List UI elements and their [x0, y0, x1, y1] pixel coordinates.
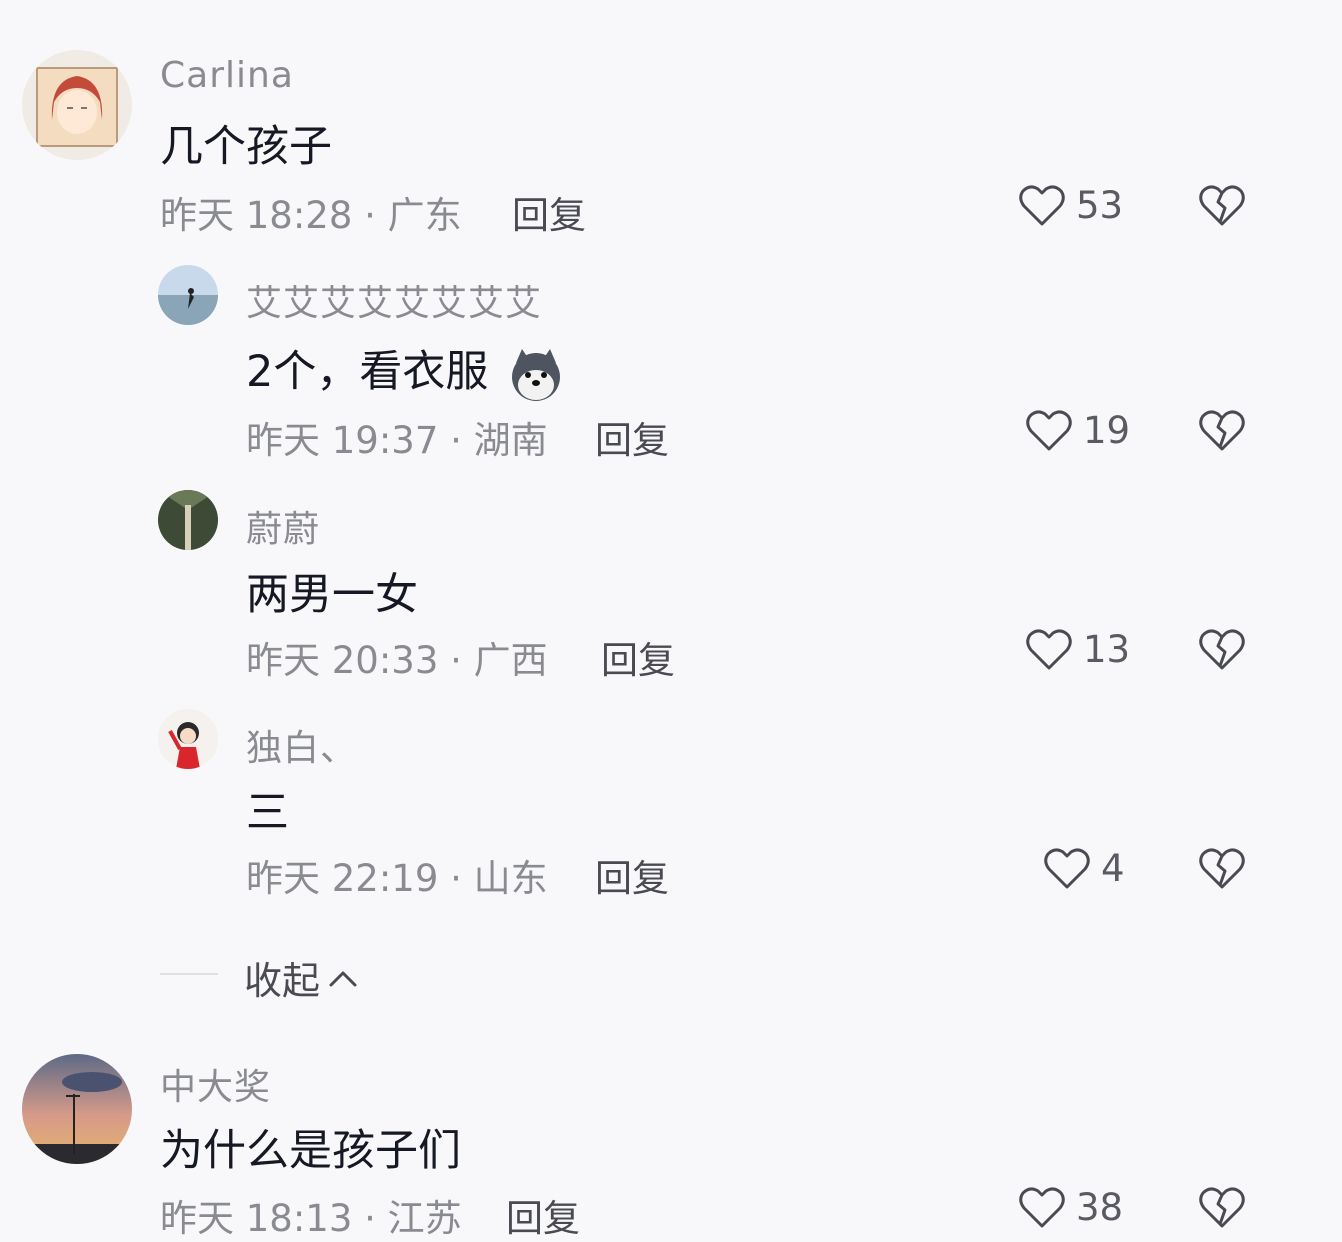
comment-meta: 昨天 19:37 · 湖南 — [246, 419, 548, 462]
broken-heart-icon — [1199, 629, 1245, 670]
like-button[interactable]: 13 — [1025, 626, 1130, 672]
like-count: 4 — [1101, 846, 1125, 890]
comment-meta: 昨天 20:33 · 广西 — [246, 639, 548, 682]
broken-heart-icon — [1199, 1187, 1245, 1228]
comment-text: 为什么是孩子们 — [160, 1126, 461, 1176]
seaside-photo-avatar-icon — [158, 265, 218, 325]
dislike-button[interactable] — [1198, 626, 1246, 676]
red-dress-girl-avatar-icon — [158, 709, 218, 769]
husky-dog-emoji-icon — [508, 347, 564, 403]
reply-button[interactable]: 回复 — [595, 848, 669, 902]
reply-button[interactable]: 回复 — [512, 185, 586, 239]
like-button[interactable]: 53 — [1018, 182, 1123, 228]
like-count: 38 — [1076, 1185, 1124, 1229]
avatar[interactable] — [158, 709, 218, 769]
cartoon-girl-avatar-icon — [36, 67, 118, 147]
chevron-up-icon — [329, 971, 357, 986]
heart-icon — [1044, 848, 1090, 889]
broken-heart-icon — [1199, 185, 1245, 226]
dislike-button[interactable] — [1198, 1184, 1246, 1234]
comment-text: 两男一女 — [246, 570, 418, 620]
comment-meta: 昨天 22:19 · 山东 — [246, 857, 548, 900]
comment-author[interactable]: 蔚蔚 — [246, 500, 320, 552]
avatar[interactable] — [22, 1054, 132, 1164]
dislike-button[interactable] — [1198, 407, 1246, 457]
avatar[interactable] — [158, 265, 218, 325]
comment-meta: 昨天 18:13 · 江苏 — [160, 1197, 462, 1240]
avatar[interactable] — [22, 50, 132, 160]
like-button[interactable]: 38 — [1018, 1184, 1123, 1230]
like-count: 53 — [1076, 183, 1124, 227]
broken-heart-icon — [1199, 410, 1245, 451]
reply-button[interactable]: 回复 — [506, 1188, 580, 1242]
comment-text: 三 — [246, 788, 289, 838]
like-count: 19 — [1083, 408, 1131, 452]
tree-photo-avatar-icon — [158, 490, 218, 550]
sunset-sky-avatar-icon — [22, 1054, 132, 1164]
heart-icon — [1019, 185, 1065, 226]
avatar[interactable] — [158, 490, 218, 550]
broken-heart-icon — [1199, 848, 1245, 889]
reply-button[interactable]: 回复 — [595, 410, 669, 464]
dislike-button[interactable] — [1198, 182, 1246, 232]
like-count: 13 — [1083, 627, 1131, 671]
comment-text: 2个，看衣服 — [246, 337, 564, 403]
heart-icon — [1026, 629, 1072, 670]
heart-icon — [1026, 410, 1072, 451]
heart-icon — [1019, 1187, 1065, 1228]
comment-author[interactable]: 艾艾艾艾艾艾艾艾 — [246, 274, 542, 326]
reply-button[interactable]: 回复 — [601, 630, 675, 684]
comment-author[interactable]: 中大奖 — [160, 1058, 271, 1110]
collapse-replies-button[interactable]: 收起 — [244, 950, 358, 1005]
like-button[interactable]: 4 — [1043, 845, 1125, 891]
collapse-divider — [160, 973, 218, 975]
like-button[interactable]: 19 — [1025, 407, 1130, 453]
dislike-button[interactable] — [1198, 845, 1246, 895]
comment-author[interactable]: Carlina — [160, 55, 294, 96]
comment-author[interactable]: 独白、 — [246, 719, 357, 771]
comment-meta: 昨天 18:28 · 广东 — [160, 194, 462, 237]
collapse-label: 收起 — [244, 959, 321, 1003]
comment-text: 几个孩子 — [160, 122, 332, 172]
comment-text-content: 2个，看衣服 — [246, 347, 489, 397]
